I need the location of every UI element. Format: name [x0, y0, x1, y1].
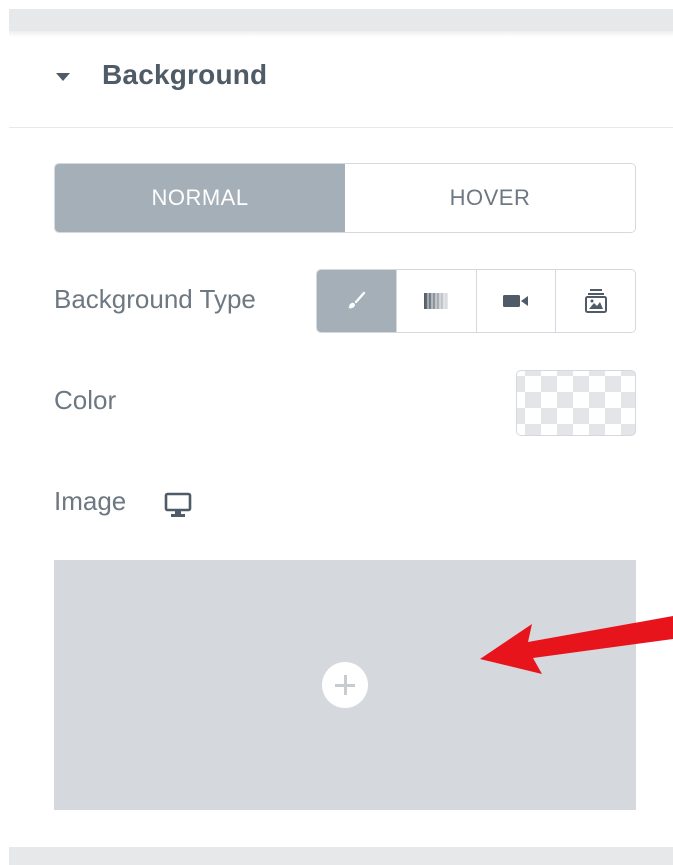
gradient-icon: [424, 293, 449, 309]
image-label: Image: [54, 486, 127, 516]
previous-section-bar: [9, 9, 673, 31]
color-picker-swatch[interactable]: [516, 370, 636, 436]
section-title: Background: [102, 59, 268, 90]
elementor-panel: Background NORMAL HOVER Background Type: [0, 0, 673, 865]
plus-icon[interactable]: [322, 662, 368, 708]
slideshow-icon: [584, 289, 607, 313]
background-type-slideshow-button[interactable]: [555, 270, 635, 332]
color-label: Color: [54, 385, 117, 415]
desktop-icon[interactable]: [163, 491, 193, 519]
background-type-video-button[interactable]: [475, 270, 556, 332]
tab-normal[interactable]: NORMAL: [55, 164, 345, 232]
background-type-classic-button[interactable]: [317, 270, 396, 332]
caret-down-icon[interactable]: [56, 73, 70, 81]
divider: [9, 127, 673, 128]
background-type-choices: [316, 269, 636, 333]
background-type-gradient-button[interactable]: [395, 270, 476, 332]
left-gutter: [0, 0, 9, 865]
state-tabs: NORMAL HOVER: [54, 163, 636, 233]
paint-brush-icon: [348, 291, 366, 309]
video-camera-icon: [502, 295, 528, 307]
tab-hover[interactable]: HOVER: [345, 164, 635, 232]
red-arrow-icon: [480, 616, 673, 674]
background-type-label: Background Type: [54, 284, 256, 314]
next-section-bar: [9, 847, 673, 865]
background-section-toggle[interactable]: Background: [9, 37, 673, 127]
